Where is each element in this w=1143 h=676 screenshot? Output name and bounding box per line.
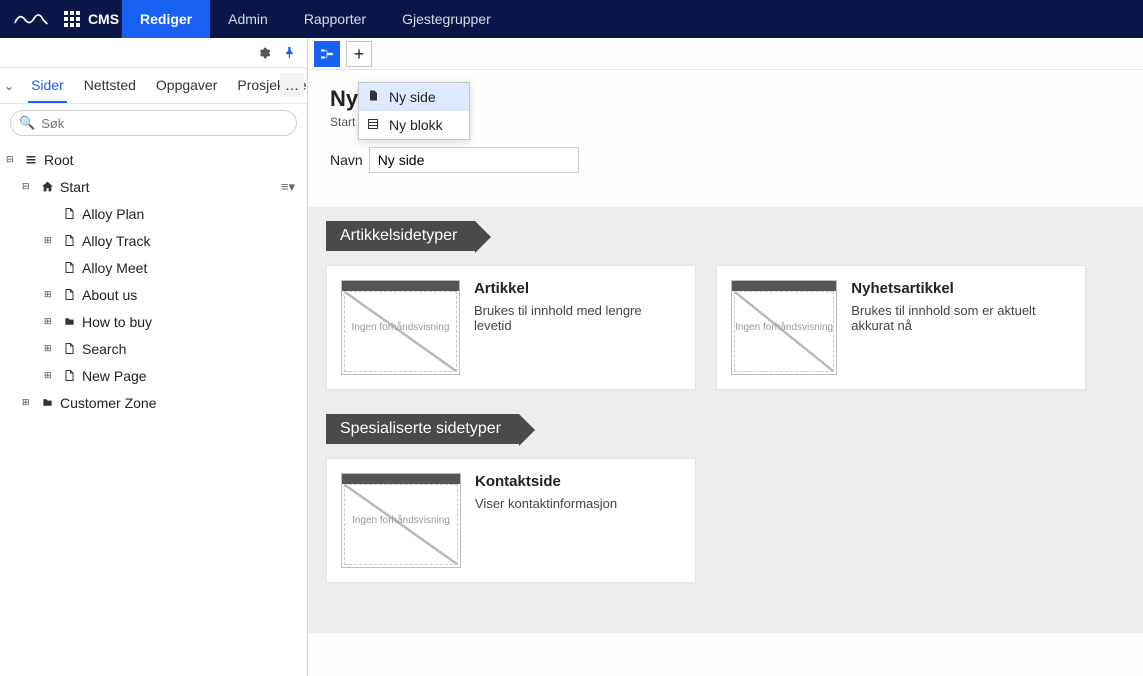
content-area: + Ny sideNy blokk Ny Start Navn Artikkel… [308, 38, 1143, 676]
more-tabs-button[interactable]: … [280, 73, 304, 97]
content-toolbar: + [308, 38, 1143, 70]
chevron-down-icon[interactable]: ⌄ [4, 79, 14, 93]
thumbnail: Ingen forhåndsvisning [341, 473, 461, 568]
category-section: Artikkelsidetyper Ingen forhåndsvisning Ar… [308, 207, 1143, 400]
tree-node[interactable]: ⊞ Customer Zone [0, 389, 307, 416]
page-icon [61, 342, 77, 355]
tree-label: Customer Zone [60, 395, 156, 411]
node-menu-icon[interactable]: ≡▾ [281, 179, 301, 195]
page-tree: ⊟ Root ⊟ Start ≡▾ Alloy Plan ⊞ Alloy Track Alloy… [0, 142, 307, 420]
tree-label: Alloy Plan [82, 206, 144, 222]
expand-icon[interactable]: ⊞ [44, 235, 56, 246]
search-box[interactable]: 🔍 [10, 110, 297, 136]
page-icon [61, 261, 77, 274]
expand-icon[interactable]: ⊞ [22, 397, 34, 408]
card-title: Artikkel [474, 280, 681, 297]
expand-icon[interactable]: ⊞ [44, 289, 56, 300]
card-title: Kontaktside [475, 473, 617, 490]
left-tab-oppgaver[interactable]: Oppgaver [153, 69, 220, 103]
tree-label: Root [44, 152, 74, 168]
name-input[interactable] [369, 147, 579, 173]
add-menu-item[interactable]: Ny side [359, 83, 469, 111]
tree-node[interactable]: ⊞ Alloy Track [0, 227, 307, 254]
category-label: Artikkelsidetyper [326, 221, 475, 251]
apps-menu-button[interactable]: CMS [62, 0, 122, 38]
page-type-card[interactable]: Ingen forhåndsvisning Artikkel Brukes til … [326, 265, 696, 390]
card-title: Nyhetsartikkel [851, 280, 1071, 297]
left-tab-nettsted[interactable]: Nettsted [81, 69, 139, 103]
card-desc: Brukes til innhold med lengre levetid [474, 303, 681, 333]
nav-tab-rediger[interactable]: Rediger [122, 0, 210, 38]
home-icon [39, 180, 55, 193]
category-label: Spesialiserte sidetyper [326, 414, 519, 444]
tree-node[interactable]: ⊞ About us [0, 281, 307, 308]
tree-label: About us [82, 287, 137, 303]
nav-tab-admin[interactable]: Admin [210, 0, 286, 38]
brand-label: CMS [88, 11, 119, 27]
thumbnail: Ingen forhåndsvisning [731, 280, 837, 375]
tree-label: Start [60, 179, 90, 195]
grid-icon [64, 11, 80, 27]
nav-tab-gjestegrupper[interactable]: Gjestegrupper [384, 0, 509, 38]
page-icon [61, 369, 77, 382]
tree-node[interactable]: ⊟ Start ≡▾ [0, 173, 307, 200]
epi-logo[interactable] [0, 0, 62, 38]
add-content-menu: Ny side Ny blokk [358, 82, 470, 140]
tree-node[interactable]: ⊞ New Page [0, 362, 307, 389]
category-section: Spesialiserte sidetyper Ingen forhåndsvis… [308, 400, 1143, 593]
name-label: Navn [330, 152, 363, 168]
nav-tab-rapporter[interactable]: Rapporter [286, 0, 384, 38]
expand-icon[interactable]: ⊟ [22, 181, 34, 192]
add-menu-label: Ny side [389, 89, 436, 105]
expand-icon[interactable]: ⊟ [6, 154, 18, 165]
add-content-button[interactable]: + [346, 41, 372, 67]
tree-label: New Page [82, 368, 147, 384]
left-tabs: ⌄ SiderNettstedOppgaverProsjektele … [0, 68, 307, 104]
block-icon [367, 117, 381, 133]
tree-node[interactable]: Alloy Meet [0, 254, 307, 281]
gear-icon[interactable] [252, 41, 276, 65]
tree-toggle-button[interactable] [314, 41, 340, 67]
thumbnail: Ingen forhåndsvisning [341, 280, 460, 375]
tree-label: Alloy Meet [82, 260, 147, 276]
tree-node[interactable]: ⊟ Root [0, 146, 307, 173]
search-icon: 🔍 [19, 115, 35, 131]
folder-icon [39, 397, 55, 408]
expand-icon[interactable]: ⊞ [44, 370, 56, 381]
tree-node[interactable]: Alloy Plan [0, 200, 307, 227]
pin-icon[interactable] [278, 41, 302, 65]
page-icon [367, 89, 381, 105]
left-panel: ⌄ SiderNettstedOppgaverProsjektele … 🔍 ⊟… [0, 38, 308, 676]
tree-node[interactable]: ⊞ Search [0, 335, 307, 362]
tree-label: Alloy Track [82, 233, 150, 249]
top-nav: CMS RedigerAdminRapporterGjestegrupper [0, 0, 1143, 38]
page-icon [61, 288, 77, 301]
page-icon [61, 207, 77, 220]
left-tab-sider[interactable]: Sider [28, 69, 67, 103]
list-icon [23, 154, 39, 166]
add-menu-item[interactable]: Ny blokk [359, 111, 469, 139]
page-icon [61, 234, 77, 247]
expand-icon[interactable]: ⊞ [44, 343, 56, 354]
search-input[interactable] [41, 116, 288, 131]
page-type-card[interactable]: Ingen forhåndsvisning Nyhetsartikkel Bruke… [716, 265, 1086, 390]
add-menu-label: Ny blokk [389, 117, 443, 133]
tree-label: How to buy [82, 314, 152, 330]
folder-icon [61, 316, 77, 327]
page-type-card[interactable]: Ingen forhåndsvisning Kontaktside Viser ko… [326, 458, 696, 583]
expand-icon[interactable]: ⊞ [44, 316, 56, 327]
tree-label: Search [82, 341, 126, 357]
tree-node[interactable]: ⊞ How to buy [0, 308, 307, 335]
panel-tool-row [0, 38, 307, 68]
card-desc: Brukes til innhold som er aktuelt akkura… [851, 303, 1071, 333]
card-desc: Viser kontaktinformasjon [475, 496, 617, 511]
